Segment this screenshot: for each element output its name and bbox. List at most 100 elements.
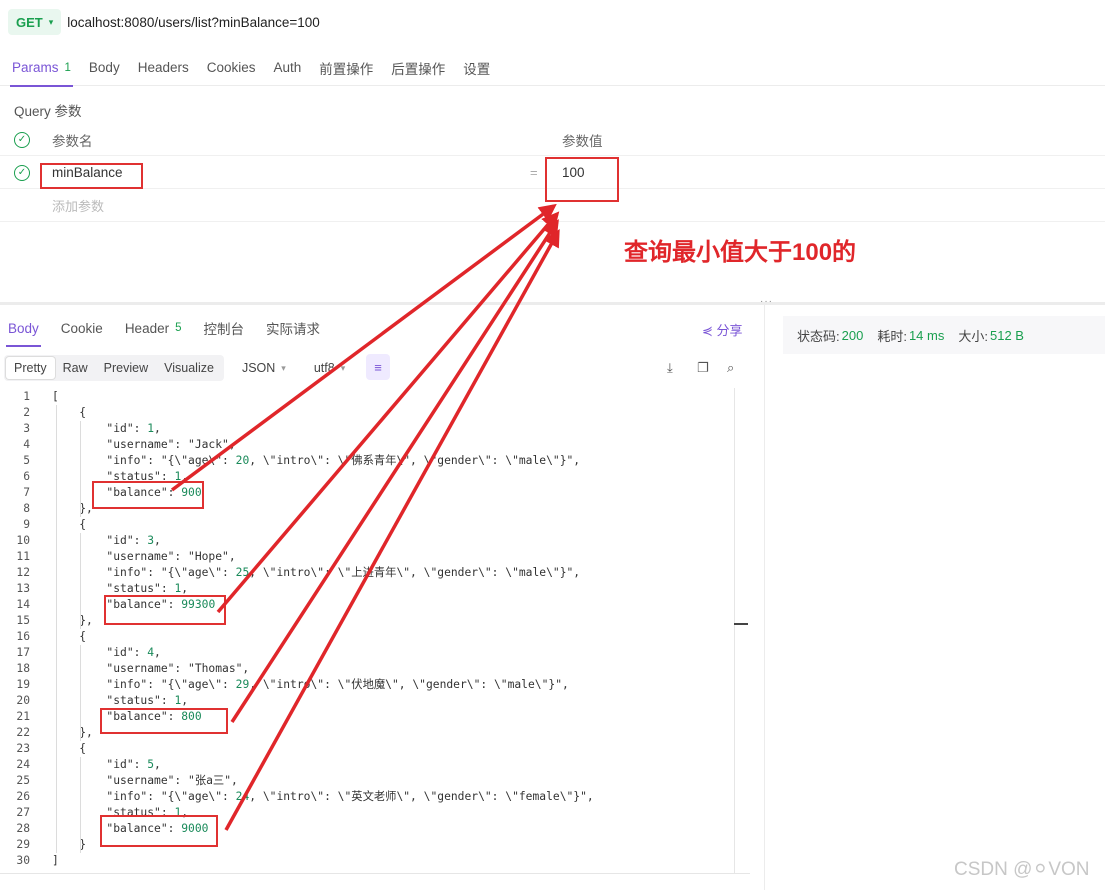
method-select[interactable]: GET ▾: [8, 9, 62, 35]
tab-headers[interactable]: Headers: [138, 50, 189, 86]
request-tabs: Params 1 Body Headers Cookies Auth 前置操作 后…: [0, 50, 1105, 87]
line-number: 26: [16, 790, 30, 803]
code-line: 10 "id": 3,: [0, 533, 740, 549]
code-scrollbar[interactable]: [734, 388, 748, 873]
copy-icon[interactable]: ❐: [697, 360, 709, 376]
url-input[interactable]: localhost:8080/users/list?minBalance=100: [67, 15, 320, 30]
line-number: 19: [16, 678, 30, 691]
code-line: 26 "info": "{\"age\": 24, \"intro\": \"英…: [0, 789, 740, 805]
line-number: 20: [16, 694, 30, 707]
header-count-badge: 5: [175, 322, 182, 334]
code-text: {: [52, 630, 87, 643]
code-text: "info": "{\"age\": 24, \"intro\": \"英文老师…: [52, 790, 594, 803]
line-number: 27: [16, 806, 30, 819]
tab-actual-request[interactable]: 实际请求: [266, 310, 320, 346]
line-number: 8: [23, 502, 30, 515]
code-line: 24 "id": 5,: [0, 757, 740, 773]
code-line: 18 "username": "Thomas",: [0, 661, 740, 677]
line-number: 3: [23, 422, 30, 435]
code-line: 5 "info": "{\"age\": 20, \"intro\": \"佛系…: [0, 453, 740, 469]
tab-label: Header: [124, 320, 170, 336]
line-number: 14: [16, 598, 30, 611]
line-number: 18: [16, 662, 30, 675]
line-number: 30: [16, 854, 30, 867]
code-text: "id": 3,: [52, 534, 161, 547]
line-number: 21: [16, 710, 30, 723]
code-text: "info": "{\"age\": 29, \"intro\": \"伏地魔\…: [52, 678, 569, 691]
format-type-select[interactable]: JSON ▾: [242, 361, 286, 375]
vertical-divider[interactable]: [764, 305, 765, 890]
size-label: 大小:: [958, 328, 988, 344]
line-number: 25: [16, 774, 30, 787]
url-bar: GET ▾ localhost:8080/users/list?minBalan…: [0, 0, 1105, 44]
indent-guide: [80, 533, 81, 629]
tab-post-request[interactable]: 后置操作: [391, 50, 445, 86]
encoding-select[interactable]: utf8 ▾: [314, 361, 345, 375]
tab-params[interactable]: Params 1: [10, 50, 73, 87]
code-text: {: [52, 406, 87, 419]
line-number: 17: [16, 646, 30, 659]
tab-body[interactable]: Body: [89, 50, 120, 86]
code-line: 12 "info": "{\"age\": 25, \"intro\": \"上…: [0, 565, 740, 581]
query-params-title: Query 参数: [14, 104, 82, 119]
highlight-box-balance-4: [100, 815, 218, 847]
code-text: "info": "{\"age\": 20, \"intro\": \"佛系青年…: [52, 454, 581, 467]
share-button[interactable]: ⋞ 分享: [702, 320, 743, 339]
status-code-value: 200: [841, 327, 864, 343]
response-body-viewer[interactable]: 1[2 {3 "id": 1, 4 "username": "Jack", 5 "i…: [0, 388, 750, 873]
code-line: 3 "id": 1,: [0, 421, 740, 437]
tab-console[interactable]: 控制台: [204, 310, 245, 346]
line-number: 28: [16, 822, 30, 835]
indent-guide: [56, 405, 57, 853]
code-line: 11 "username": "Hope",: [0, 549, 740, 565]
line-number: 16: [16, 630, 30, 643]
line-number: 5: [23, 454, 30, 467]
code-line: 4 "username": "Jack",: [0, 437, 740, 453]
line-number: 7: [23, 486, 30, 499]
mode-visualize[interactable]: Visualize: [156, 357, 222, 379]
code-bottom-border: [0, 873, 750, 874]
mode-preview[interactable]: Preview: [96, 357, 156, 379]
line-number: 13: [16, 582, 30, 595]
tab-response-header[interactable]: Header 5: [125, 310, 182, 346]
mode-pretty[interactable]: Pretty: [6, 357, 55, 379]
code-line: 2 {: [0, 405, 740, 421]
code-text: [: [52, 390, 59, 403]
param-enabled-checkbox[interactable]: ✓: [14, 164, 30, 181]
size-value: 512 B: [989, 327, 1024, 343]
add-param-input[interactable]: 添加参数: [52, 196, 104, 215]
code-text: ]: [52, 854, 59, 867]
tab-cookies[interactable]: Cookies: [207, 50, 256, 86]
highlight-box-balance-3: [100, 708, 228, 734]
resize-handle-icon[interactable]: ···: [760, 296, 773, 307]
download-icon[interactable]: ⤓: [667, 360, 673, 376]
code-text: {: [52, 518, 87, 531]
mode-raw[interactable]: Raw: [55, 357, 96, 379]
code-text: },: [52, 726, 93, 739]
line-number: 24: [16, 758, 30, 771]
highlight-box-balance-2: [104, 595, 226, 625]
tab-pre-request[interactable]: 前置操作: [319, 50, 373, 86]
chevron-down-icon: ▾: [48, 16, 54, 27]
tab-response-body[interactable]: Body: [6, 310, 41, 347]
line-number: 11: [16, 550, 30, 563]
highlight-box-balance-1: [92, 481, 204, 509]
tab-settings[interactable]: 设置: [463, 50, 490, 86]
format-toolbar: Pretty Raw Preview Visualize JSON ▾ utf8 ▾…: [0, 354, 760, 382]
select-all-checkbox[interactable]: ✓: [14, 131, 30, 148]
highlight-box-param-value: [545, 157, 619, 202]
line-number: 29: [16, 838, 30, 851]
word-wrap-icon[interactable]: ≡: [366, 354, 390, 380]
code-line: 23 {: [0, 741, 740, 757]
code-line: 19 "info": "{\"age\": 29, \"intro\": \"伏…: [0, 677, 740, 693]
search-icon[interactable]: ⌕: [727, 360, 734, 376]
code-line: 16 {: [0, 629, 740, 645]
line-number: 9: [23, 518, 30, 531]
panel-divider[interactable]: [0, 302, 1105, 305]
code-line: 25 "username": "张a三",: [0, 773, 740, 789]
tab-response-cookie[interactable]: Cookie: [61, 310, 103, 346]
tab-label: Params: [12, 60, 59, 75]
code-text: "id": 4,: [52, 646, 161, 659]
tab-auth[interactable]: Auth: [274, 50, 302, 86]
line-number: 2: [23, 406, 30, 419]
